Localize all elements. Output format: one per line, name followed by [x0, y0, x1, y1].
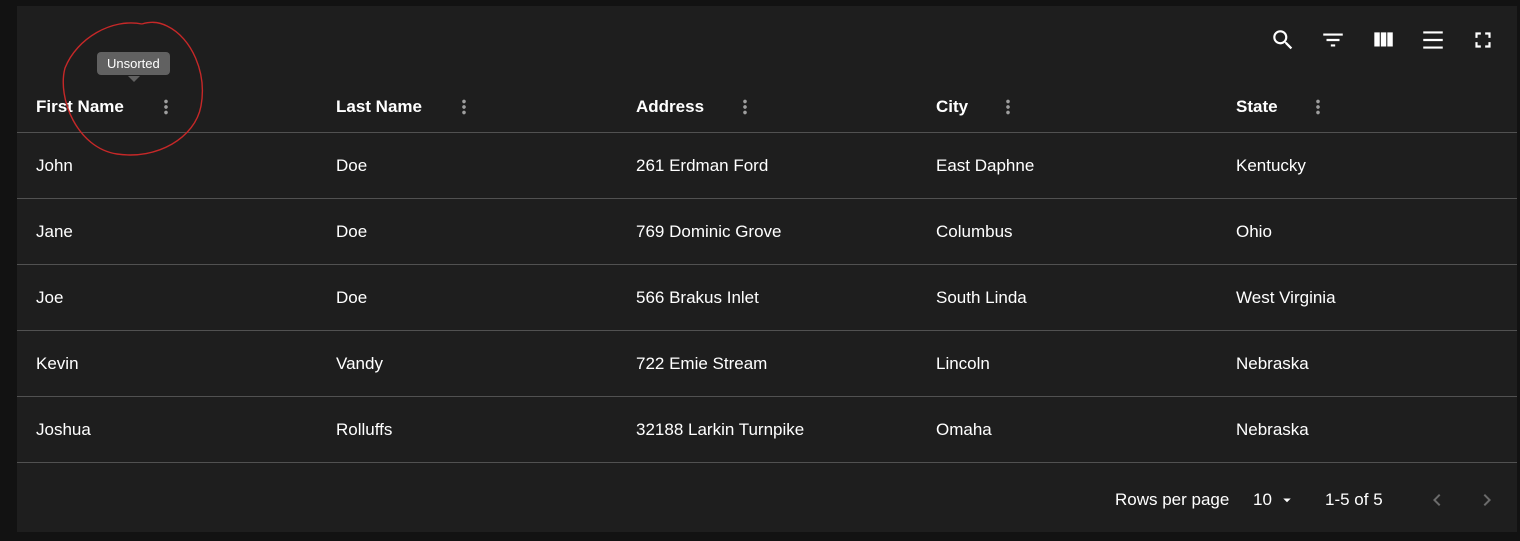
search-button[interactable]: [1263, 20, 1303, 60]
cell-address: 769 Dominic Grove: [636, 221, 782, 241]
rows-per-page-select[interactable]: 10: [1253, 486, 1296, 514]
cell-city: East Daphne: [936, 155, 1035, 175]
more-vert-icon: [164, 99, 168, 115]
cell-address: 566 Brakus Inlet: [636, 287, 759, 307]
sort-tooltip: Unsorted: [97, 52, 170, 75]
table-row[interactable]: Joshua Rolluffs 32188 Larkin Turnpike Om…: [17, 397, 1517, 463]
density-icon: [1423, 31, 1443, 49]
cell-last-name: Doe: [336, 155, 368, 175]
cell-address: 32188 Larkin Turnpike: [636, 419, 805, 439]
cell-first-name: Kevin: [36, 353, 79, 373]
more-vert-icon: [1006, 99, 1010, 115]
data-table: First Name Last Name Address City State …: [17, 6, 1517, 532]
cell-city: Lincoln: [936, 353, 990, 373]
table-toolbar: [1263, 20, 1503, 60]
cell-last-name: Doe: [336, 287, 368, 307]
search-icon: [1273, 30, 1293, 50]
table-row[interactable]: Joe Doe 566 Brakus Inlet South Linda Wes…: [17, 265, 1517, 331]
tooltip-arrow: [128, 76, 140, 82]
columns-button[interactable]: [1363, 20, 1403, 60]
table-body: John Doe 261 Erdman Ford East Daphne Ken…: [17, 133, 1517, 463]
rows-per-page-value: 10: [1253, 490, 1272, 509]
cell-first-name: Joshua: [36, 419, 91, 439]
rows-per-page-label: Rows per page: [1115, 490, 1230, 509]
cell-address: 722 Emie Stream: [636, 353, 768, 373]
cell-city: South Linda: [936, 287, 1027, 307]
table-row[interactable]: John Doe 261 Erdman Ford East Daphne Ken…: [17, 133, 1517, 199]
table-header-row: First Name Last Name Address City State: [17, 82, 1517, 133]
more-vert-icon: [743, 99, 747, 115]
cell-state: Nebraska: [1236, 353, 1309, 373]
header-address[interactable]: Address: [636, 82, 704, 132]
column-menu-button[interactable]: [1306, 95, 1330, 119]
chevron-left-icon: [1433, 494, 1441, 506]
next-page-button[interactable]: [1471, 484, 1503, 516]
cell-first-name: Joe: [36, 287, 64, 307]
cell-last-name: Rolluffs: [336, 419, 393, 439]
column-menu-button[interactable]: [996, 95, 1020, 119]
cell-first-name: Jane: [36, 221, 73, 241]
density-button[interactable]: [1413, 20, 1453, 60]
cell-state: Kentucky: [1236, 155, 1306, 175]
cell-last-name: Vandy: [336, 353, 383, 373]
filter-list-icon: [1323, 33, 1343, 47]
cell-first-name: John: [36, 155, 73, 175]
cell-state: Ohio: [1236, 221, 1272, 241]
arrow-drop-down-icon: [1283, 498, 1291, 503]
page: First Name Last Name Address City State …: [0, 0, 1520, 541]
previous-page-button[interactable]: [1421, 484, 1453, 516]
header-city[interactable]: City: [936, 82, 968, 132]
cell-state: West Virginia: [1236, 287, 1336, 307]
cell-city: Omaha: [936, 419, 992, 439]
view-column-icon: [1374, 32, 1393, 47]
table-row[interactable]: Kevin Vandy 722 Emie Stream Lincoln Nebr…: [17, 331, 1517, 397]
column-menu-button[interactable]: [452, 95, 476, 119]
header-first-name[interactable]: First Name: [36, 82, 124, 132]
chevron-right-icon: [1483, 494, 1491, 506]
column-menu-button[interactable]: [154, 95, 178, 119]
fullscreen-icon: [1475, 32, 1491, 48]
cell-state: Nebraska: [1236, 419, 1309, 439]
fullscreen-button[interactable]: [1463, 20, 1503, 60]
cell-address: 261 Erdman Ford: [636, 155, 769, 175]
more-vert-icon: [1316, 99, 1320, 115]
cell-last-name: Doe: [336, 221, 368, 241]
filter-button[interactable]: [1313, 20, 1353, 60]
more-vert-icon: [462, 99, 466, 115]
page-range-text: 1-5 of 5: [1325, 490, 1383, 509]
column-menu-button[interactable]: [733, 95, 757, 119]
header-state[interactable]: State: [1236, 82, 1278, 132]
table-row[interactable]: Jane Doe 769 Dominic Grove Columbus Ohio: [17, 199, 1517, 265]
header-last-name[interactable]: Last Name: [336, 82, 422, 132]
pagination-bar: Rows per page 10 1-5 of 5: [17, 468, 1517, 532]
cell-city: Columbus: [936, 221, 1013, 241]
